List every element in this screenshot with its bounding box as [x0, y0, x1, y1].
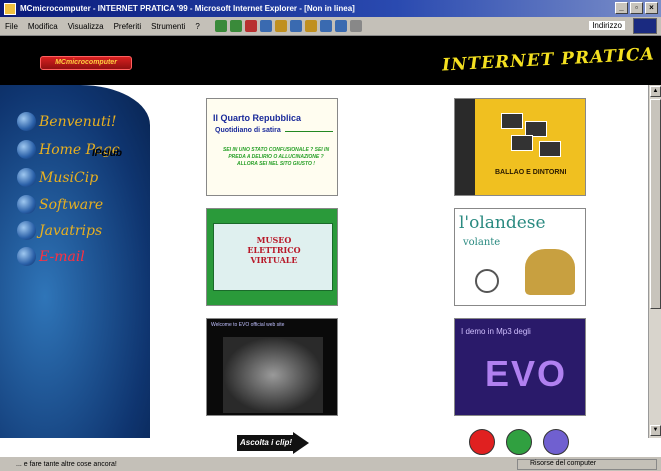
toolbar [214, 20, 362, 32]
banner-title: BALLAO E DINTORNI [495, 169, 567, 176]
window-controls: _ ▫ × [615, 2, 658, 14]
sidebar-item-benvenuti[interactable]: Benvenuti! [17, 112, 117, 131]
scroll-down-icon[interactable]: ▼ [650, 425, 661, 436]
ie-app-icon [4, 2, 16, 15]
banner-subtitle: Quotidiano di satira [215, 127, 281, 134]
menu-view[interactable]: Visualizza [63, 22, 109, 31]
window-title: MCmicrocomputer - INTERNET PRATICA '99 -… [20, 4, 355, 13]
bullet-icon [17, 221, 36, 240]
favorites-icon[interactable] [304, 20, 317, 32]
bullet-icon [17, 195, 36, 214]
listen-clips-button[interactable]: Ascolta i clip! [237, 432, 309, 454]
refresh-icon[interactable] [259, 20, 272, 32]
sidebar-item-label: Javatrips [39, 222, 103, 239]
sidebar-item-label: MusiCip [39, 169, 99, 186]
red-circle-button[interactable] [469, 429, 495, 455]
scroll-thumb[interactable] [650, 99, 661, 309]
sidebar-item-software[interactable]: Software [17, 195, 103, 214]
bullet-icon [17, 247, 36, 266]
banner-title: EVO [485, 353, 568, 394]
band-photo [223, 337, 323, 413]
banner-tagline: SEI IN UNO STATO CONFUSIONALE ? SEI IN P… [222, 147, 330, 167]
mail-icon[interactable] [334, 20, 347, 32]
window-titlebar: MCmicrocomputer - INTERNET PRATICA '99 -… [0, 0, 661, 17]
history-icon[interactable] [319, 20, 332, 32]
scroll-up-icon[interactable]: ▲ [650, 86, 661, 97]
banner-olandese-volante[interactable]: l'olandese volante [454, 208, 586, 306]
banner-title: MUSEO ELETTRICO VIRTUALE [247, 235, 301, 265]
purple-circle-button[interactable] [543, 429, 569, 455]
banner-caption: Welcome to EVO official web site [211, 322, 285, 328]
close-icon[interactable]: × [645, 2, 658, 14]
banner-evo-site[interactable]: Welcome to EVO official web site [206, 318, 338, 416]
sidebar-item-musicip[interactable]: MusiCip [17, 168, 98, 187]
banner-title: l'olandese [459, 213, 546, 233]
search-icon[interactable] [289, 20, 302, 32]
vertical-scrollbar[interactable]: ▲ ▼ [648, 85, 661, 438]
menubar: File Modifica Visualizza Preferiti Strum… [0, 17, 661, 36]
photo-thumbnail [539, 141, 561, 157]
banner-subtitle: volante [463, 237, 501, 248]
banner-title: Il Quarto Repubblica [213, 113, 302, 123]
banner-evo-demo[interactable]: I demo in Mp3 degli EVO [454, 318, 586, 416]
forward-icon[interactable] [229, 20, 242, 32]
arrow-right-icon [293, 432, 309, 454]
divider [285, 131, 333, 132]
address-label[interactable]: Indirizzo [589, 21, 625, 30]
print-icon[interactable] [349, 20, 362, 32]
ipclub-link[interactable]: IPclub [92, 148, 122, 159]
ie-throbber-icon [633, 18, 657, 34]
sidebar-item-email[interactable]: E-mail [17, 247, 85, 266]
ship-icon [525, 249, 575, 295]
photo-thumbnail [511, 135, 533, 151]
bullet-icon [17, 140, 36, 159]
bullet-icon [17, 112, 36, 131]
status-text: ... e fare tante altre cose ancora! [16, 460, 117, 468]
status-bar: ... e fare tante altre cose ancora! Riso… [0, 456, 661, 471]
stop-icon[interactable] [244, 20, 257, 32]
minimize-icon[interactable]: _ [615, 2, 628, 14]
site-logo[interactable]: MCmicrocomputer [40, 56, 132, 70]
maximize-icon[interactable]: ▫ [630, 2, 643, 14]
menu-file[interactable]: File [0, 22, 23, 31]
photo-thumbnail [501, 113, 523, 129]
sidebar-item-label: Benvenuti! [39, 113, 117, 130]
sidebar-item-label: E-mail [39, 248, 85, 265]
banner-ballao[interactable]: BALLAO E DINTORNI [454, 98, 586, 196]
compass-icon [475, 269, 499, 293]
menu-favorites[interactable]: Preferiti [109, 22, 147, 31]
banner-museo-elettrico[interactable]: MUSEO ELETTRICO VIRTUALE [206, 208, 338, 306]
back-icon[interactable] [214, 20, 227, 32]
zone-indicator: Risorse del computer [517, 459, 657, 470]
banner-quarto-repubblica[interactable]: Il Quarto Repubblica Quotidiano di satir… [206, 98, 338, 196]
banner-caption: I demo in Mp3 degli [461, 327, 531, 336]
menu-edit[interactable]: Modifica [23, 22, 63, 31]
menu-help[interactable]: ? [190, 22, 204, 31]
menu-tools[interactable]: Strumenti [146, 22, 190, 31]
green-circle-button[interactable] [506, 429, 532, 455]
home-icon[interactable] [274, 20, 287, 32]
film-strip [455, 99, 475, 195]
listen-button-label: Ascolta i clip! [237, 435, 295, 451]
bullet-icon [17, 168, 36, 187]
sidebar-item-label: Software [39, 196, 104, 213]
sidebar-item-javatrips[interactable]: Javatrips [17, 221, 102, 240]
